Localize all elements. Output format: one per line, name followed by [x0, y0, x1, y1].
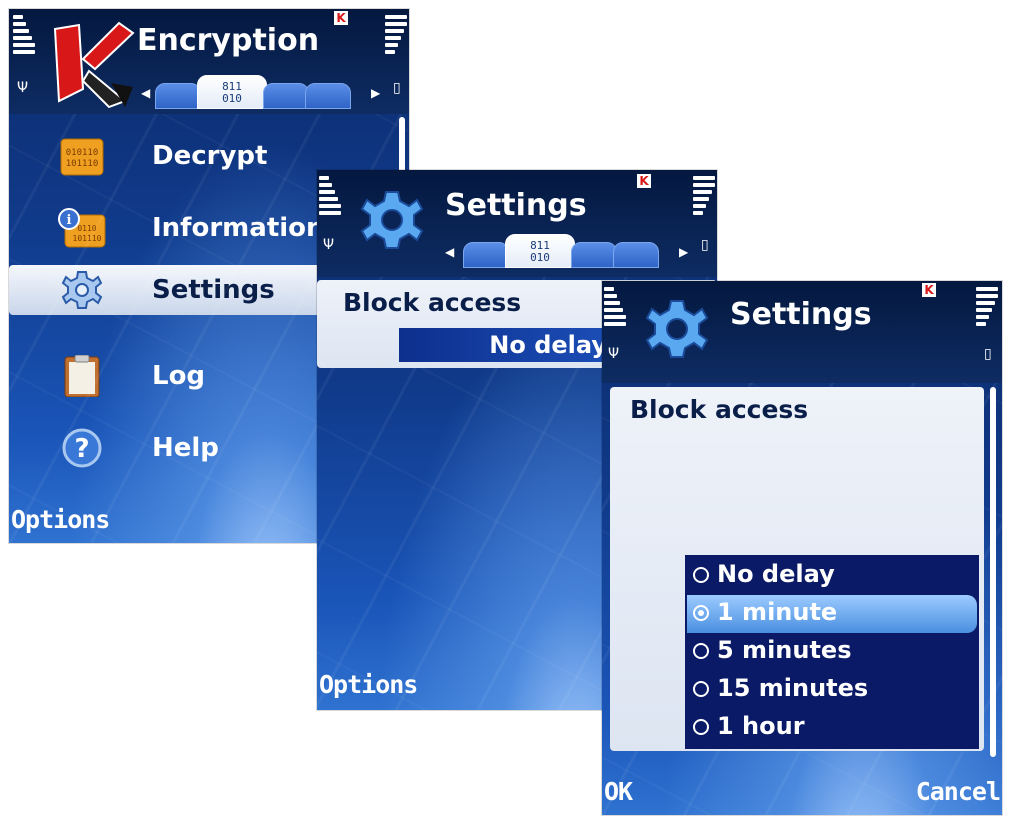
tab-encryption[interactable]: 811 010 — [197, 75, 267, 109]
battery-icon: ▯ — [701, 237, 709, 253]
radio-button-icon — [693, 567, 709, 583]
cancel-softkey[interactable]: Cancel — [916, 777, 1001, 806]
radio-button-icon — [693, 719, 709, 735]
tab-left-arrow-icon[interactable]: ◀ — [141, 87, 150, 99]
screen-title: Settings — [445, 188, 587, 223]
tab-contacts[interactable] — [613, 242, 659, 268]
signal-strength-icon — [13, 15, 35, 54]
antenna-icon: Ψ — [323, 237, 335, 253]
header: Ψ Encryption K ▯ ◀ 811 010 ▶ — [9, 9, 409, 114]
kaspersky-status-icon: K — [637, 174, 651, 188]
options-softkey[interactable]: Options — [11, 505, 110, 534]
option-15-minutes[interactable]: 15 minutes — [687, 671, 977, 709]
settings-dialog-screen: Ψ Settings K ▯ Block access No delay 1 m… — [602, 281, 1002, 815]
svg-text:i: i — [67, 213, 72, 228]
option-1-minute[interactable]: 1 minute — [687, 595, 977, 633]
screen-title: Settings — [730, 297, 872, 332]
option-label: 1 hour — [717, 712, 805, 740]
option-1-hour[interactable]: 1 hour — [687, 709, 977, 747]
kaspersky-status-icon: K — [922, 283, 936, 297]
signal-strength-icon — [604, 287, 626, 326]
antenna-icon: Ψ — [608, 346, 620, 362]
tab-right-arrow-icon[interactable]: ▶ — [371, 87, 380, 99]
battery-icon: ▯ — [984, 346, 992, 362]
tab-bar: ◀ 811 010 ▶ — [137, 75, 387, 109]
option-label: 5 minutes — [717, 636, 852, 664]
kaspersky-status-icon: K — [334, 11, 348, 25]
tab-folder[interactable] — [463, 242, 509, 268]
signal-strength-icon — [319, 176, 341, 215]
setting-label: Block access — [343, 288, 522, 317]
scrollbar[interactable] — [399, 117, 405, 177]
scrollbar[interactable] — [990, 387, 996, 757]
dialog-title: Block access — [630, 395, 809, 424]
battery-level-icon — [385, 15, 407, 54]
menu-label-information: Information — [152, 213, 325, 243]
option-label: 1 minute — [717, 598, 838, 626]
svg-text:101110: 101110 — [66, 159, 99, 169]
header: Ψ Settings K ▯ — [602, 281, 1002, 383]
clipboard-icon — [64, 355, 100, 397]
kaspersky-logo-icon — [53, 21, 135, 109]
tab-left-arrow-icon[interactable]: ◀ — [445, 246, 454, 258]
binary-folder-icon: 010110 101110 — [60, 138, 104, 176]
svg-text:010110: 010110 — [66, 148, 99, 158]
options-softkey[interactable]: Options — [319, 670, 418, 699]
gear-icon — [645, 300, 709, 358]
info-folder-icon: 0110 101110 i — [58, 208, 106, 248]
menu-label-help: Help — [152, 433, 219, 463]
svg-text:?: ? — [74, 434, 89, 464]
battery-level-icon — [693, 176, 715, 215]
battery-icon: ▯ — [393, 80, 401, 96]
tab-bar: ◀ 811 010 ▶ — [445, 234, 695, 268]
setting-value[interactable]: No delay — [399, 328, 617, 362]
option-label: No delay — [717, 560, 835, 588]
tab-right-arrow-icon[interactable]: ▶ — [679, 246, 688, 258]
svg-text:0110: 0110 — [77, 224, 96, 233]
tab-encryption[interactable]: 811 010 — [505, 234, 575, 268]
menu-label-settings: Settings — [152, 275, 275, 305]
tab-mail[interactable] — [571, 242, 617, 268]
svg-text:101110: 101110 — [73, 234, 102, 243]
option-no-delay[interactable]: No delay — [687, 557, 977, 595]
battery-level-icon — [976, 287, 998, 326]
menu-label-log: Log — [152, 361, 206, 391]
delay-option-list: No delay 1 minute 5 minutes 15 minutes 1… — [685, 555, 979, 749]
option-label: 15 minutes — [717, 674, 869, 702]
option-5-minutes[interactable]: 5 minutes — [687, 633, 977, 671]
header: Ψ Settings K ▯ ◀ 811 010 ▶ — [317, 170, 717, 277]
gear-icon — [360, 191, 424, 249]
tab-mail[interactable] — [263, 83, 309, 109]
help-icon: ? — [62, 428, 102, 468]
antenna-icon: Ψ — [17, 80, 29, 96]
screen-title: Encryption — [137, 23, 320, 58]
menu-label-decrypt: Decrypt — [152, 141, 268, 171]
tab-contacts[interactable] — [305, 83, 351, 109]
tab-folder[interactable] — [155, 83, 201, 109]
radio-button-icon — [693, 681, 709, 697]
radio-button-icon — [693, 643, 709, 659]
radio-button-selected-icon — [693, 605, 709, 621]
gear-icon — [61, 271, 103, 309]
ok-softkey[interactable]: OK — [604, 777, 633, 806]
